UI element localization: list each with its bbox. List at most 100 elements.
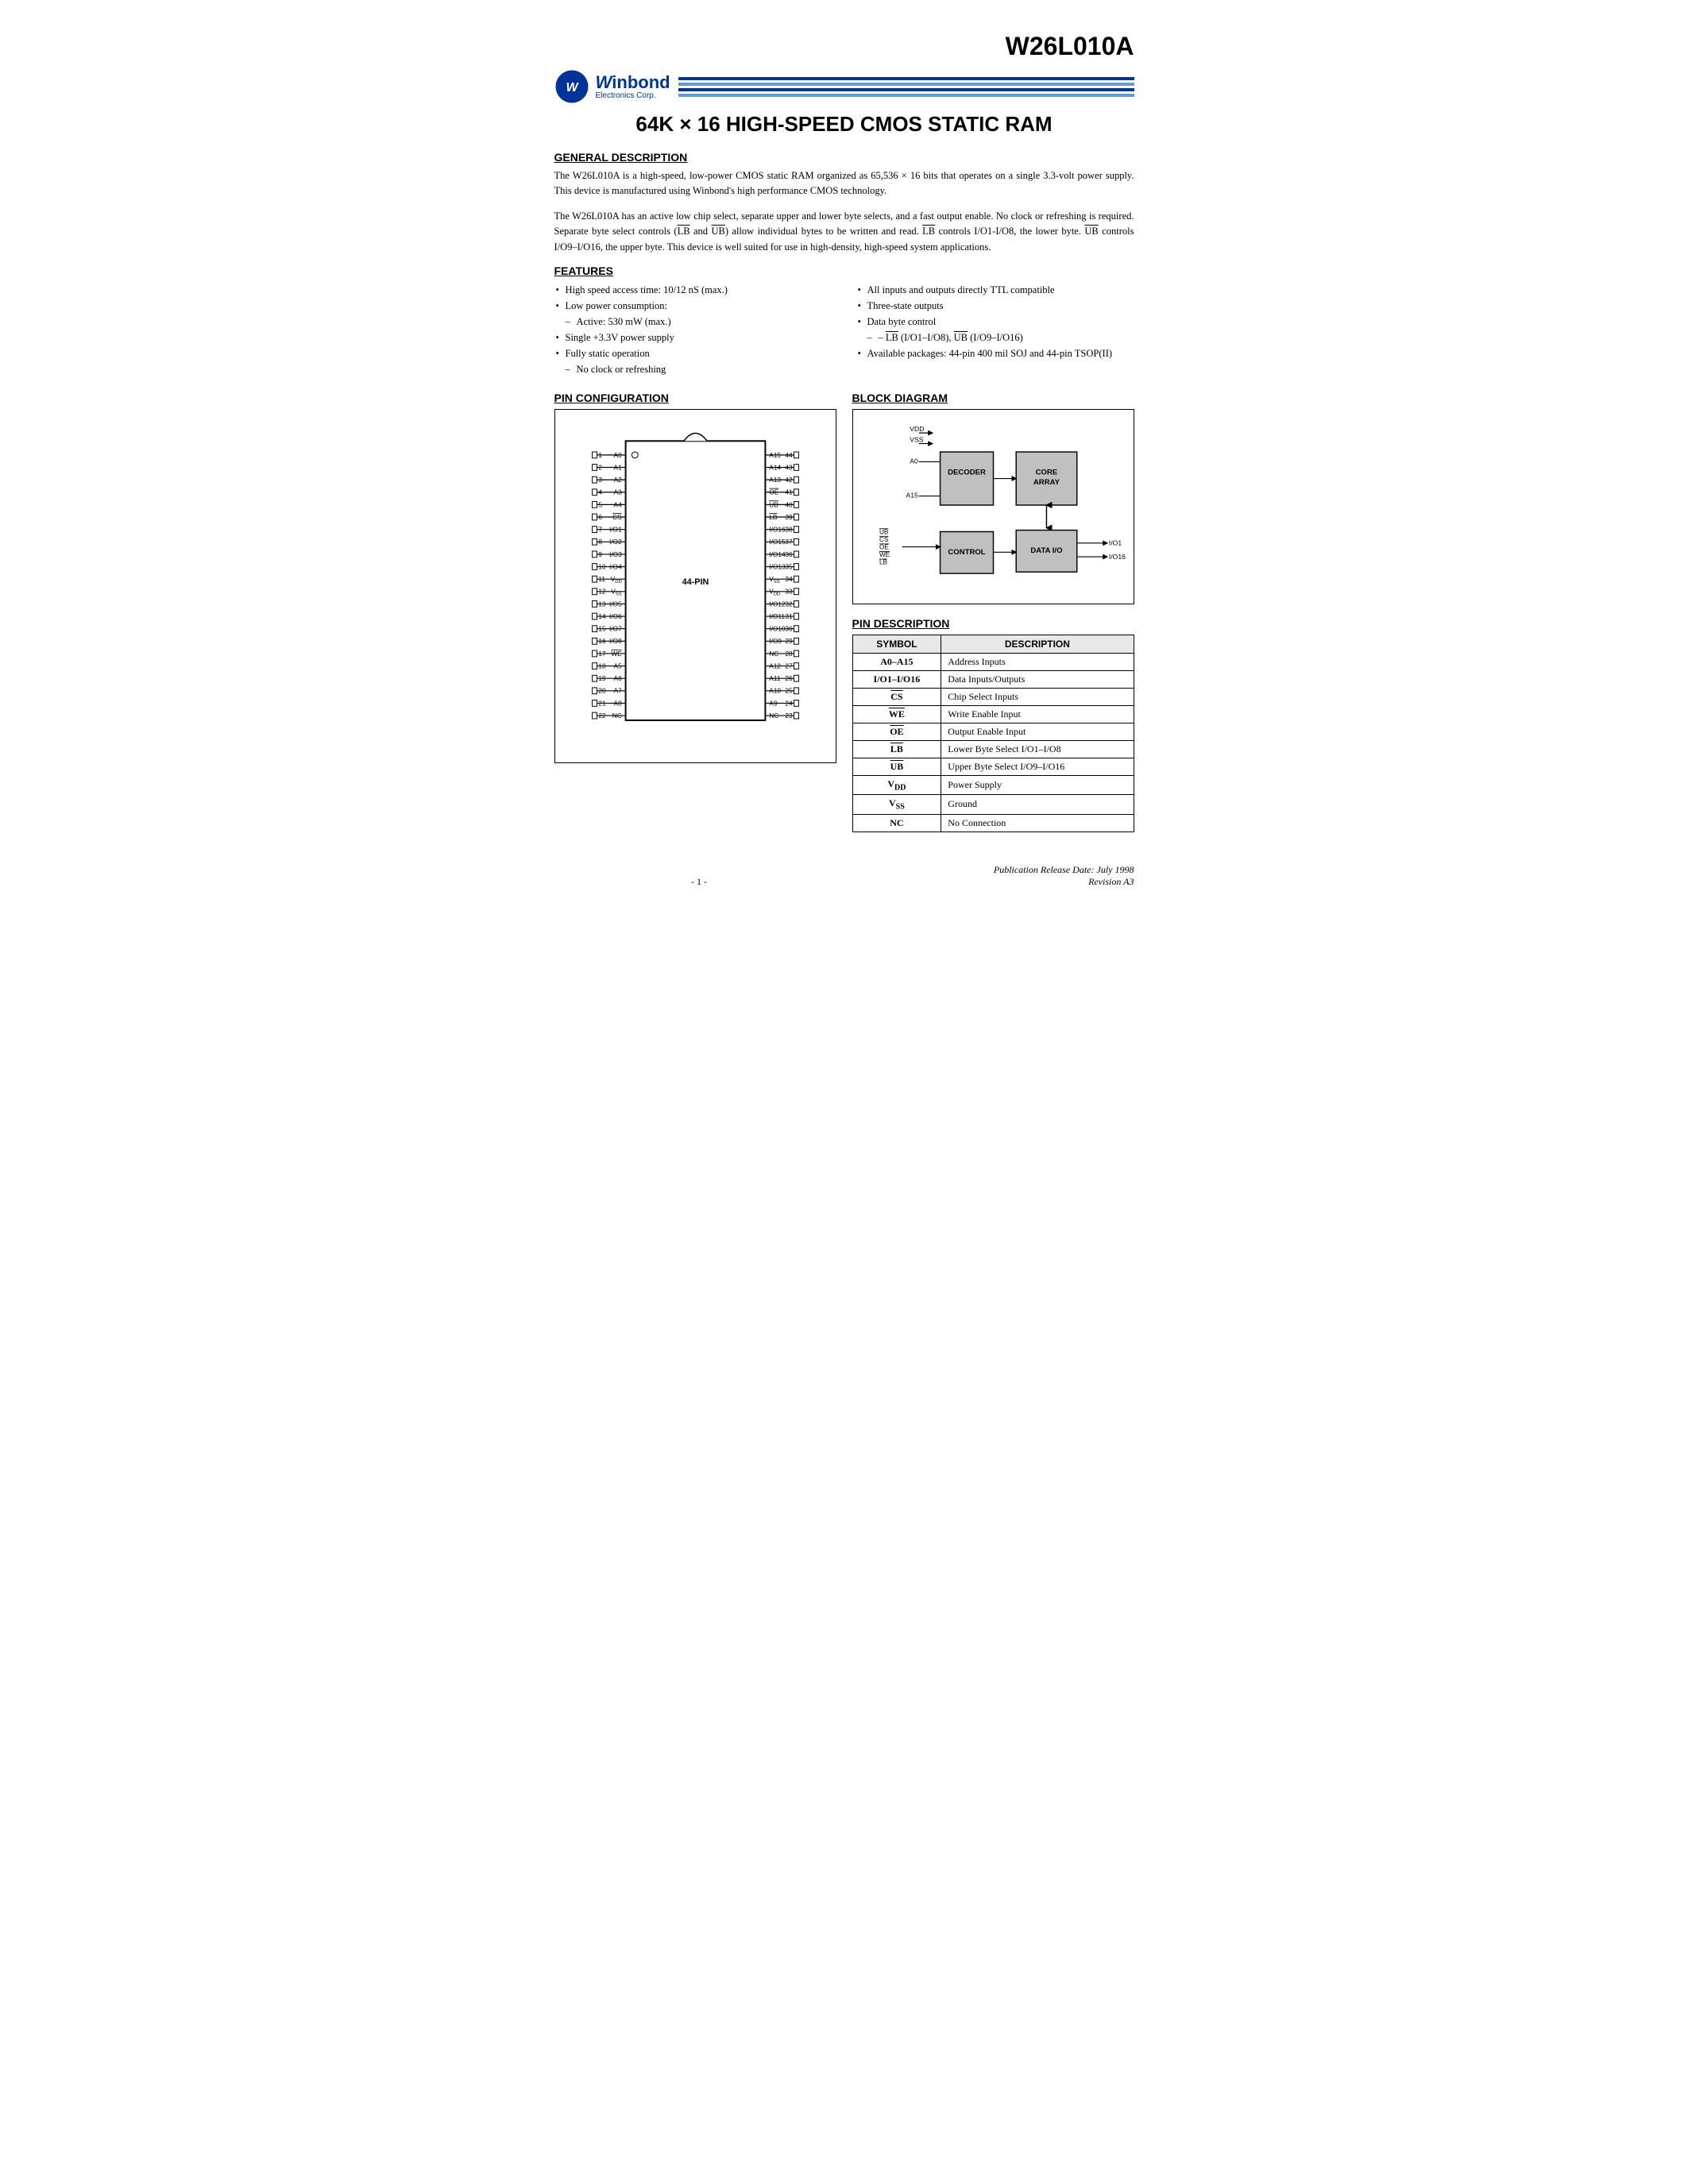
svg-text:OE: OE: [769, 488, 778, 496]
svg-text:27: 27: [785, 662, 793, 669]
general-description-para2: The W26L010A has an active low chip sele…: [554, 209, 1134, 255]
table-row: VSS Ground: [852, 795, 1134, 814]
pin-labels-right: NC 23 A9 24 A10 25: [765, 451, 798, 720]
svg-text:A10: A10: [769, 687, 781, 695]
desc-cell: Data Inputs/Outputs: [941, 670, 1134, 688]
logo-brand-text: Winbond: [596, 74, 670, 91]
col-header-description: DESCRIPTION: [941, 635, 1134, 653]
feature-item: Available packages: 44-pin 400 mil SOJ a…: [856, 345, 1134, 361]
svg-text:I/O14: I/O14: [769, 550, 786, 558]
svg-text:31: 31: [785, 612, 793, 620]
svg-text:I/O1: I/O1: [1108, 539, 1121, 547]
desc-cell: Power Supply: [941, 775, 1134, 794]
svg-text:LB: LB: [769, 513, 778, 521]
svg-text:16: 16: [598, 637, 606, 645]
svg-text:33: 33: [785, 588, 793, 596]
table-row: LB Lower Byte Select I/O1–I/O8: [852, 740, 1134, 758]
svg-text:9: 9: [598, 550, 602, 558]
svg-text:I/O6: I/O6: [609, 612, 622, 620]
svg-text:13: 13: [598, 600, 606, 608]
svg-text:14: 14: [598, 612, 606, 620]
svg-text:6: 6: [598, 513, 602, 521]
svg-text:I/O12: I/O12: [769, 600, 786, 608]
main-title: 64K × 16 HIGH-SPEED CMOS STATIC RAM: [554, 112, 1134, 137]
svg-text:26: 26: [785, 674, 793, 682]
symbol-cell: OE: [852, 723, 941, 740]
page-number: - 1 -: [554, 876, 844, 888]
svg-text:A0: A0: [613, 451, 622, 459]
svg-text:44-PIN: 44-PIN: [682, 577, 709, 587]
svg-text:VSS: VSS: [611, 588, 621, 597]
pin-description-table: SYMBOL DESCRIPTION A0–A15 Address Inputs…: [852, 635, 1134, 832]
svg-text:44: 44: [785, 451, 793, 459]
svg-text:11: 11: [598, 575, 605, 583]
features-list-left: High speed access time: 10/12 nS (max.) …: [554, 282, 832, 377]
feature-subitem: Active: 530 mW (max.): [554, 314, 832, 330]
block-pin-section: BLOCK DIAGRAM VDD VSS A0 A15 DECODER: [852, 392, 1134, 832]
pin-labels-left: A0 1 A1 2 A2 3: [592, 451, 625, 720]
features-grid: High speed access time: 10/12 nS (max.) …: [554, 282, 1134, 377]
table-row: VDD Power Supply: [852, 775, 1134, 794]
symbol-cell: VSS: [852, 795, 941, 814]
svg-text:A14: A14: [769, 463, 781, 471]
svg-text:25: 25: [785, 687, 793, 695]
svg-text:VSS: VSS: [910, 435, 923, 443]
svg-text:A4: A4: [613, 500, 622, 508]
revision: Revision A3: [844, 876, 1134, 888]
logo-bar: W Winbond Electronics Corp.: [554, 69, 1134, 104]
svg-text:I/O13: I/O13: [769, 562, 786, 570]
svg-text:34: 34: [785, 575, 793, 583]
svg-text:VDD: VDD: [910, 425, 924, 433]
svg-text:I/O11: I/O11: [769, 612, 785, 620]
symbol-cell: A0–A15: [852, 653, 941, 670]
svg-text:VDD: VDD: [610, 575, 621, 585]
svg-text:A5: A5: [613, 662, 622, 669]
col-header-symbol: SYMBOL: [852, 635, 941, 653]
svg-text:A15: A15: [769, 451, 781, 459]
svg-text:35: 35: [785, 562, 793, 570]
svg-text:NC: NC: [769, 650, 778, 658]
logo-sub-text: Electronics Corp.: [596, 91, 656, 100]
features-col-right: All inputs and outputs directly TTL comp…: [856, 282, 1134, 377]
svg-text:I/O10: I/O10: [769, 624, 786, 632]
pin-description-title: PIN DESCRIPTION: [852, 617, 1134, 630]
ic-diagram: 44-PIN A0 1 A1 2: [563, 418, 828, 751]
svg-text:A8: A8: [613, 699, 622, 707]
pin-config-section: PIN CONFIGURATION 44-PIN A0: [554, 392, 836, 832]
pin-config-box: 44-PIN A0 1 A1 2: [554, 409, 836, 763]
svg-text:NC: NC: [612, 712, 621, 720]
symbol-cell: LB: [852, 740, 941, 758]
svg-text:I/O5: I/O5: [609, 600, 622, 608]
symbol-cell: VDD: [852, 775, 941, 794]
svg-text:ARRAY: ARRAY: [1033, 478, 1060, 487]
table-row: CS Chip Select Inputs: [852, 688, 1134, 705]
logo-decorative-lines: [678, 77, 1134, 97]
svg-text:18: 18: [598, 662, 606, 669]
svg-text:41: 41: [785, 488, 793, 496]
svg-text:A12: A12: [769, 662, 781, 669]
winbond-logo-icon: W: [554, 69, 589, 104]
svg-text:I/O16: I/O16: [1108, 553, 1125, 561]
svg-text:2: 2: [598, 463, 602, 471]
svg-text:3: 3: [598, 476, 602, 484]
svg-text:10: 10: [598, 562, 606, 570]
general-description-title: GENERAL DESCRIPTION: [554, 151, 1134, 164]
svg-text:40: 40: [785, 500, 793, 508]
svg-text:UB: UB: [769, 500, 778, 508]
desc-cell: Address Inputs: [941, 653, 1134, 670]
desc-cell: Chip Select Inputs: [941, 688, 1134, 705]
svg-text:37: 37: [785, 538, 793, 546]
desc-cell: Write Enable Input: [941, 705, 1134, 723]
table-row: A0–A15 Address Inputs: [852, 653, 1134, 670]
svg-text:15: 15: [598, 624, 606, 632]
svg-text:A7: A7: [613, 687, 622, 695]
svg-text:CS: CS: [879, 536, 889, 543]
svg-text:24: 24: [785, 699, 793, 707]
desc-cell: Output Enable Input: [941, 723, 1134, 740]
features-col-left: High speed access time: 10/12 nS (max.) …: [554, 282, 832, 377]
svg-text:I/O9: I/O9: [769, 637, 782, 645]
symbol-cell: UB: [852, 758, 941, 775]
logo-text: Winbond Electronics Corp.: [596, 74, 670, 100]
svg-text:I/O4: I/O4: [609, 562, 622, 570]
svg-text:UB: UB: [879, 528, 888, 535]
